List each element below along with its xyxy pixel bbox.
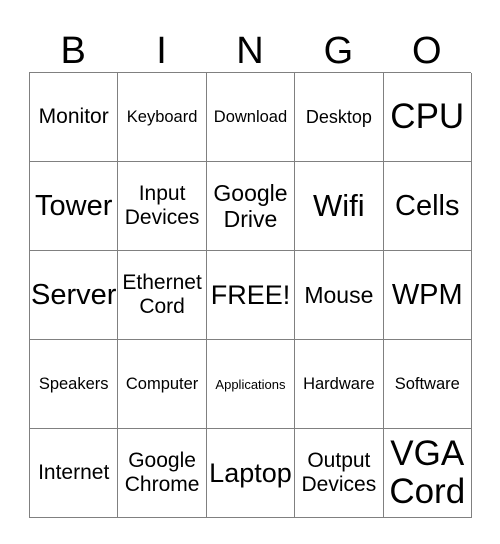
bingo-cell-label: Google Chrome (124, 449, 200, 496)
bingo-cell[interactable]: Google Drive (206, 162, 296, 251)
header-letter-o: O (411, 30, 442, 72)
bingo-cell-label: Download (213, 107, 288, 126)
bingo-cell-label: Internet (38, 461, 110, 484)
header-letter-b: B (60, 30, 86, 72)
bingo-cell[interactable]: Wifi (295, 162, 384, 251)
bingo-cell[interactable]: Computer (118, 340, 207, 429)
bingo-cell-label: Computer (125, 374, 199, 393)
header-letter-g: G (323, 30, 354, 72)
bingo-cell[interactable]: Cells (383, 162, 472, 251)
bingo-cell-label: Monitor (38, 105, 109, 128)
header-letter-i: I (156, 30, 167, 72)
bingo-cell[interactable]: Google Chrome (118, 429, 207, 518)
bingo-cell[interactable]: Server (30, 251, 119, 340)
bingo-cell-label: Hardware (303, 374, 375, 393)
bingo-cell-label: Google Drive (213, 180, 288, 232)
bingo-cell[interactable]: Desktop (295, 73, 384, 162)
bingo-cell-label: Applications (215, 376, 286, 392)
bingo-grid: Monitor Keyboard Download Desktop CPU To… (29, 72, 472, 518)
bingo-cell[interactable]: Tower (30, 162, 119, 251)
bingo-cell[interactable]: Monitor (30, 73, 119, 162)
bingo-row: Tower Input Devices Google Drive Wifi Ce… (30, 162, 472, 251)
bingo-cell-label: Ethernet Cord (122, 271, 202, 318)
bingo-cell[interactable]: Hardware (295, 340, 384, 429)
bingo-cell-label: Speakers (38, 374, 109, 393)
bingo-cell[interactable]: Input Devices (118, 162, 207, 251)
bingo-header-row: B I N G O (29, 12, 471, 72)
bingo-cell[interactable]: Software (383, 340, 472, 429)
bingo-cell-label: CPU (390, 97, 465, 136)
bingo-cell-label: WPM (391, 279, 463, 311)
bingo-cell-label: Mouse (304, 282, 374, 308)
bingo-cell[interactable]: Speakers (30, 340, 119, 429)
bingo-cell[interactable]: Mouse (295, 251, 384, 340)
bingo-cell-label: Desktop (305, 106, 372, 127)
bingo-cell-label: Tower (35, 190, 113, 222)
bingo-cell-label: Wifi (313, 188, 365, 223)
bingo-cell[interactable]: Keyboard (118, 73, 207, 162)
bingo-free-space-label: FREE! (210, 280, 291, 310)
bingo-cell[interactable]: Internet (30, 429, 119, 518)
bingo-cell[interactable]: Laptop (206, 429, 296, 518)
bingo-cell-label: VGA Cord (389, 434, 466, 511)
bingo-cell-label: Server (31, 279, 117, 311)
bingo-cell[interactable]: VGA Cord (383, 429, 472, 518)
bingo-cell[interactable]: CPU (383, 73, 472, 162)
bingo-row: Server Ethernet Cord FREE! Mouse WPM (30, 251, 472, 340)
bingo-row: Internet Google Chrome Laptop Output Dev… (30, 429, 472, 518)
header-letter-n: N (236, 30, 264, 72)
bingo-cell-free-space[interactable]: FREE! (206, 251, 296, 340)
bingo-cell-label: Keyboard (126, 107, 198, 126)
bingo-cell[interactable]: WPM (383, 251, 472, 340)
bingo-cell-label: Cells (395, 190, 460, 222)
bingo-cell-label: Output Devices (301, 449, 377, 496)
bingo-cell-label: Laptop (209, 458, 292, 488)
bingo-cell[interactable]: Output Devices (295, 429, 384, 518)
bingo-cell[interactable]: Ethernet Cord (118, 251, 207, 340)
bingo-cell-label: Software (394, 374, 460, 393)
bingo-cell[interactable]: Applications (206, 340, 296, 429)
bingo-row: Speakers Computer Applications Hardware … (30, 340, 472, 429)
bingo-row: Monitor Keyboard Download Desktop CPU (30, 73, 472, 162)
bingo-cell[interactable]: Download (206, 73, 296, 162)
bingo-cell-label: Input Devices (124, 182, 200, 229)
bingo-card: B I N G O Monitor Keyboard Download Desk… (29, 12, 472, 518)
